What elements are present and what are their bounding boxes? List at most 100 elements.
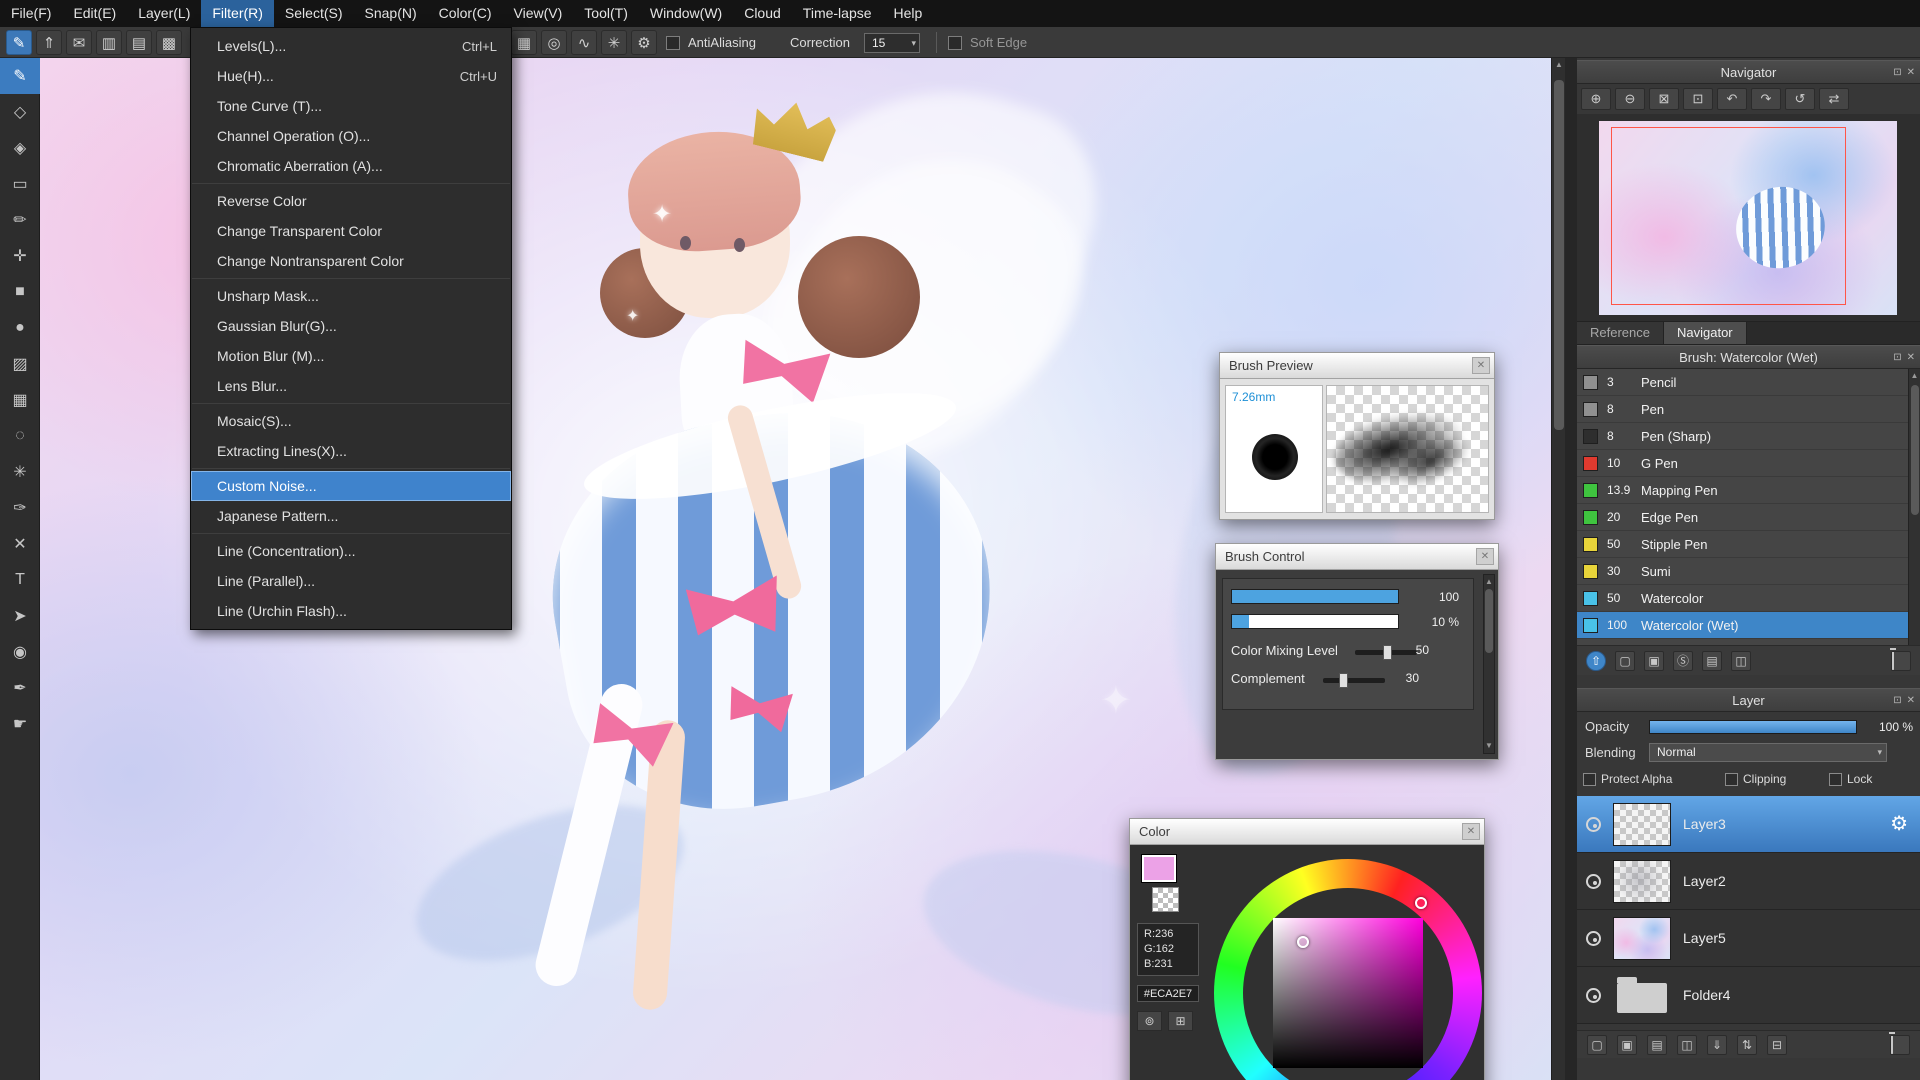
dock-icon[interactable]: ⊡ <box>1893 352 1901 363</box>
layer-visibility-icon[interactable] <box>1586 988 1601 1003</box>
opacity-slider[interactable] <box>1649 720 1857 734</box>
close-icon[interactable]: ✕ <box>1462 823 1480 840</box>
brush-item[interactable]: 8 Pen <box>1577 396 1908 423</box>
filter-menu-item-change-nontransparent-color[interactable]: Change Nontransparent Color <box>191 246 511 276</box>
transparent-color-swatch[interactable] <box>1152 887 1179 912</box>
menu-timelapse[interactable]: Time-lapse <box>792 0 883 27</box>
tool-smudge[interactable]: ✏ <box>0 202 40 238</box>
tool-stamp[interactable]: ◈ <box>0 130 40 166</box>
new-brush-icon[interactable]: ▢ <box>1615 650 1635 671</box>
brush-item[interactable]: 20 Edge Pen <box>1577 504 1908 531</box>
rotate-left-icon[interactable]: ↶ <box>1717 88 1747 110</box>
clipping-option[interactable]: Clipping <box>1725 772 1786 786</box>
menu-tool[interactable]: Tool(T) <box>573 0 639 27</box>
snap-radial-icon[interactable]: ✳ <box>601 30 627 55</box>
menu-layer[interactable]: Layer(L) <box>127 0 201 27</box>
fit-window-icon[interactable]: ⊠ <box>1649 88 1679 110</box>
snap-settings-icon[interactable]: ⚙ <box>631 30 657 55</box>
close-icon[interactable]: ✕ <box>1476 548 1494 565</box>
scroll-up-icon[interactable]: ▲ <box>1484 575 1494 589</box>
menu-edit[interactable]: Edit(E) <box>62 0 127 27</box>
filter-menu-item-line-parallel[interactable]: Line (Parallel)... <box>191 566 511 596</box>
close-icon[interactable]: ✕ <box>1472 357 1490 374</box>
antialiasing-checkbox[interactable] <box>666 36 680 50</box>
lock-option[interactable]: Lock <box>1829 772 1872 786</box>
filter-menu-item-unsharp-mask[interactable]: Unsharp Mask... <box>191 281 511 311</box>
tool-eraser[interactable]: ◇ <box>0 94 40 130</box>
cloud-sync-icon[interactable]: ⇧ <box>1586 650 1606 671</box>
tool-eyedropper[interactable]: ◉ <box>0 634 40 670</box>
filter-menu-item-motion-blur[interactable]: Motion Blur (M)... <box>191 341 511 371</box>
tab-navigator[interactable]: Navigator <box>1663 322 1747 344</box>
duplicate-layer-icon[interactable]: ◫ <box>1677 1034 1697 1055</box>
board-icon[interactable]: ▩ <box>156 30 182 55</box>
menu-color[interactable]: Color(C) <box>428 0 503 27</box>
new-layer-icon[interactable]: ▢ <box>1587 1034 1607 1055</box>
brush-size-slider[interactable] <box>1231 589 1399 604</box>
foreground-color-swatch[interactable] <box>1142 855 1176 882</box>
tool-bucket[interactable]: ● <box>0 310 40 346</box>
filter-menu-item-hue[interactable]: Hue(H)... Ctrl+U <box>191 61 511 91</box>
tool-select-eraser[interactable]: ✕ <box>0 526 40 562</box>
tool-select-lasso[interactable]: ◌ <box>0 418 40 454</box>
hex-value[interactable]: #ECA2E7 <box>1137 985 1199 1002</box>
brush-preview-titlebar[interactable]: Brush Preview ✕ <box>1220 353 1494 379</box>
tool-brush[interactable]: ✎ <box>0 58 40 94</box>
navigator-view-rect[interactable] <box>1610 126 1847 306</box>
new-folder-icon[interactable]: ▤ <box>1647 1034 1667 1055</box>
edit-brush-icon[interactable]: ◫ <box>1731 650 1751 671</box>
tool-shape-fill[interactable]: ■ <box>0 274 40 310</box>
scroll-up-icon[interactable]: ▲ <box>1552 58 1566 72</box>
zoom-out-icon[interactable]: ⊖ <box>1615 88 1645 110</box>
brush-control-scrollbar[interactable]: ▲ ▼ <box>1483 574 1495 754</box>
filter-menu-item-lens-blur[interactable]: Lens Blur... <box>191 371 511 401</box>
filter-menu-item-levels[interactable]: Levels(L)... Ctrl+L <box>191 31 511 61</box>
layer-visibility-icon[interactable] <box>1586 874 1601 889</box>
menu-filter[interactable]: Filter(R) <box>201 0 274 27</box>
menu-file[interactable]: File(F) <box>0 0 62 27</box>
slider-handle[interactable] <box>1339 673 1348 688</box>
clipping-checkbox[interactable] <box>1725 772 1738 786</box>
saturation-value-square[interactable] <box>1273 918 1423 1068</box>
tool-operation[interactable]: ➤ <box>0 598 40 634</box>
hue-wheel[interactable] <box>1214 859 1482 1080</box>
brush-folder-icon[interactable]: ▤ <box>1702 650 1722 671</box>
palette-icon[interactable]: ⊚ <box>1137 1011 1162 1031</box>
reset-rotation-icon[interactable]: ↺ <box>1785 88 1815 110</box>
layer-thumbnail[interactable] <box>1613 860 1671 903</box>
lock-checkbox[interactable] <box>1829 772 1842 786</box>
close-icon[interactable]: ✕ <box>1907 695 1915 706</box>
layer-thumbnail[interactable] <box>1613 803 1671 846</box>
filter-menu-item-channel-operation[interactable]: Channel Operation (O)... <box>191 121 511 151</box>
paint-mode-icon[interactable]: ✎ <box>6 30 32 55</box>
menu-snap[interactable]: Snap(N) <box>354 0 428 27</box>
filter-menu-item-custom-noise[interactable]: Custom Noise... <box>191 471 511 501</box>
pages-icon[interactable]: ▤ <box>126 30 152 55</box>
rotate-right-icon[interactable]: ↷ <box>1751 88 1781 110</box>
zoom-in-icon[interactable]: ⊕ <box>1581 88 1611 110</box>
filter-menu-item-gaussian-blur[interactable]: Gaussian Blur(G)... <box>191 311 511 341</box>
brush-control-titlebar[interactable]: Brush Control ✕ <box>1216 544 1498 570</box>
filter-menu-item-change-transparent-color[interactable]: Change Transparent Color <box>191 216 511 246</box>
brush-item[interactable]: 8 Pen (Sharp) <box>1577 423 1908 450</box>
script-brush-icon[interactable]: Ⓢ <box>1673 650 1693 671</box>
filter-menu-item-line-concentration[interactable]: Line (Concentration)... <box>191 536 511 566</box>
navigator-thumbnail[interactable] <box>1599 121 1897 315</box>
filter-menu-item-japanese-pattern[interactable]: Japanese Pattern... <box>191 501 511 531</box>
tool-select-rect[interactable]: ▦ <box>0 382 40 418</box>
tool-pen[interactable]: ✒ <box>0 670 40 706</box>
snap-curve-icon[interactable]: ∿ <box>571 30 597 55</box>
tool-text[interactable]: T <box>0 562 40 598</box>
actual-size-icon[interactable]: ⊡ <box>1683 88 1713 110</box>
hue-marker[interactable] <box>1415 897 1427 909</box>
new-8bit-layer-icon[interactable]: ▣ <box>1617 1034 1637 1055</box>
layer-row-folder[interactable]: Folder4 <box>1577 967 1920 1024</box>
filter-menu-item-mosaic[interactable]: Mosaic(S)... <box>191 406 511 436</box>
brush-list-scrollbar[interactable]: ▲ <box>1908 369 1920 645</box>
menu-cloud[interactable]: Cloud <box>733 0 792 27</box>
canvas-scroll-thumb[interactable] <box>1554 80 1564 430</box>
swatch-grid-icon[interactable]: ⊞ <box>1168 1011 1193 1031</box>
delete-brush-trash-icon[interactable] <box>1891 650 1911 671</box>
chat-icon[interactable]: ▥ <box>96 30 122 55</box>
dock-icon[interactable]: ⊡ <box>1893 695 1901 706</box>
